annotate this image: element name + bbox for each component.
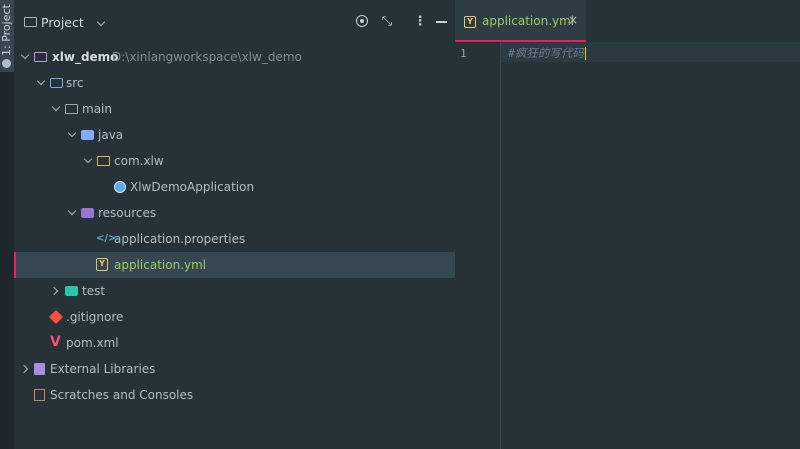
- line-number: 1: [460, 47, 467, 60]
- project-panel: Project ⤡ ⋮ xlw_demo D:\xinlangworkspace…: [14, 0, 455, 449]
- tree-node-com-xlw[interactable]: com.xlw: [14, 148, 455, 174]
- tree-node-external-libraries[interactable]: External Libraries: [14, 356, 455, 382]
- editor-tab-application-yml[interactable]: Y application.yml ×: [455, 0, 586, 42]
- tree-node-label: com.xlw: [114, 154, 164, 168]
- tree-node-label: application.properties: [114, 232, 246, 246]
- more-options-icon[interactable]: ⋮: [412, 14, 428, 30]
- tree-node-resources[interactable]: resources: [14, 200, 455, 226]
- code-text: #疯狂的写代码: [508, 46, 584, 60]
- tree-node-label: application.yml: [114, 258, 207, 272]
- editor-tab-label: application.yml: [482, 14, 575, 28]
- chevron-down-icon[interactable]: [67, 206, 77, 216]
- module-folder-icon: [34, 52, 47, 62]
- tree-node-label: External Libraries: [50, 362, 156, 376]
- minimize-icon[interactable]: [434, 14, 450, 30]
- panel-title[interactable]: Project: [41, 15, 84, 30]
- chevron-down-icon[interactable]: [83, 154, 93, 164]
- tree-node-xlwdemoapplication[interactable]: XlwDemoApplication: [14, 174, 455, 200]
- chevron-down-icon[interactable]: [20, 50, 30, 60]
- tree-node-java[interactable]: java: [14, 122, 455, 148]
- tree-node-label: test: [82, 284, 106, 298]
- tree-node-label: main: [82, 102, 112, 116]
- text-cursor: [584, 47, 586, 60]
- tree-node-scratches[interactable]: Scratches and Consoles: [14, 382, 455, 408]
- project-tab-label: 1: Project: [0, 4, 13, 56]
- tool-window-stripe: 1: Project: [0, 0, 15, 449]
- chevron-down-icon[interactable]: [96, 17, 106, 27]
- editor-tab-bar: Y application.yml ×: [455, 0, 800, 43]
- chevron-down-icon[interactable]: [36, 76, 46, 86]
- scratches-icon: [34, 389, 45, 401]
- tree-node-label: .gitignore: [66, 310, 124, 324]
- tree-node-label: resources: [98, 206, 157, 220]
- project-tab-icon: [2, 58, 12, 68]
- tree-node-label: java: [98, 128, 124, 142]
- tree-node-label: src: [66, 76, 84, 90]
- folder-icon: [65, 104, 78, 114]
- tree-node-pom-xml[interactable]: V pom.xml: [14, 330, 455, 356]
- tree-node-label: Scratches and Consoles: [50, 388, 194, 402]
- tree-node-main[interactable]: main: [14, 96, 455, 122]
- locate-file-icon[interactable]: [355, 14, 371, 30]
- tree-node-xlw-demo[interactable]: xlw_demo D:\xinlangworkspace\xlw_demo: [14, 44, 455, 70]
- test-folder-icon: [65, 286, 78, 296]
- editor-area: Y application.yml × 1 #疯狂的写代码: [455, 0, 800, 449]
- source-root-folder-icon: [81, 130, 94, 140]
- line-number-gutter: 1: [455, 42, 501, 449]
- tree-node-src[interactable]: src: [14, 70, 455, 96]
- yaml-file-icon: Y: [464, 16, 476, 28]
- resources-folder-icon: [81, 208, 94, 218]
- tree-node-application-properties[interactable]: </> application.properties: [14, 226, 455, 252]
- tree-node-test[interactable]: test: [14, 278, 455, 304]
- tree-node-application-yml[interactable]: Y application.yml: [14, 252, 455, 278]
- yaml-file-icon: Y: [96, 258, 108, 271]
- library-icon: [34, 363, 45, 375]
- chevron-down-icon[interactable]: [51, 102, 61, 112]
- source-folder-icon: [50, 78, 63, 88]
- tree-node-label: xlw_demo: [52, 50, 119, 64]
- properties-file-icon: </>: [96, 233, 117, 244]
- close-icon[interactable]: ×: [568, 13, 578, 27]
- tree-node-gitignore[interactable]: .gitignore: [14, 304, 455, 330]
- project-panel-header: Project ⤡ ⋮: [14, 0, 455, 44]
- maven-icon: V: [50, 334, 61, 350]
- folder-icon: [24, 17, 37, 27]
- chevron-down-icon[interactable]: [67, 128, 77, 138]
- tree-node-label: XlwDemoApplication: [130, 180, 255, 194]
- project-tool-tab[interactable]: 1: Project: [0, 0, 14, 72]
- tree-node-label: pom.xml: [66, 336, 119, 350]
- chevron-right-icon[interactable]: [49, 286, 59, 296]
- module-path: D:\xinlangworkspace\xlw_demo: [112, 50, 302, 64]
- chevron-right-icon[interactable]: [19, 364, 29, 374]
- collapse-all-icon[interactable]: ⤡: [379, 14, 395, 30]
- git-file-icon: [48, 309, 64, 325]
- package-icon: [97, 156, 110, 166]
- spring-app-class-icon: [114, 181, 126, 193]
- code-line[interactable]: #疯狂的写代码: [508, 45, 586, 61]
